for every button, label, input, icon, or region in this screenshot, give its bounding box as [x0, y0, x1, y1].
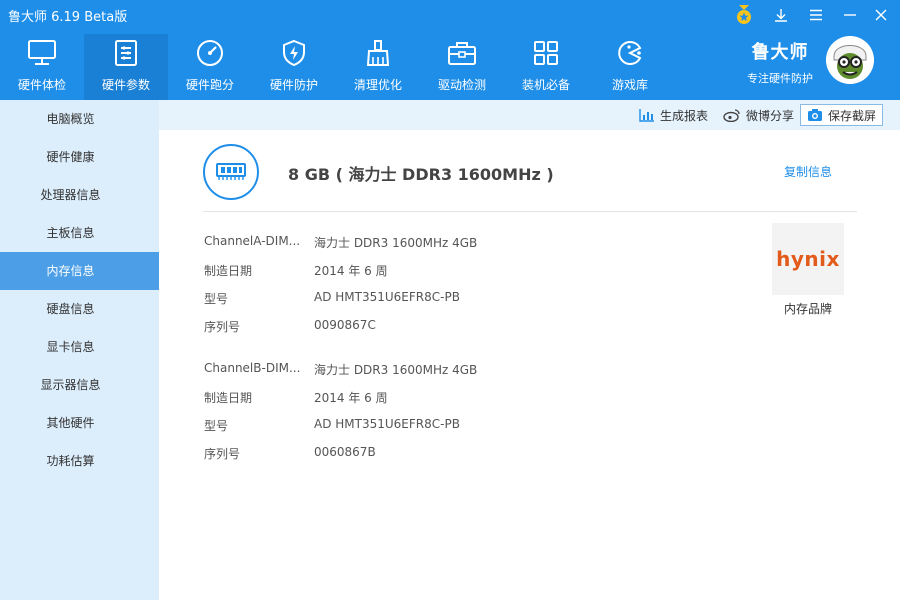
memory-info-panel: 8 GB ( 海力士 DDR3 1600MHz ) 复制信息 ChannelA-… [159, 130, 900, 600]
row-label: 型号 [204, 419, 229, 433]
row-label: 型号 [204, 292, 229, 306]
vip-badge-icon[interactable] [733, 4, 755, 26]
minimize-icon[interactable] [839, 4, 861, 26]
row-value: 2014 年 6 周 [314, 391, 388, 405]
bar-chart-icon [639, 109, 654, 122]
copy-info-link[interactable]: 复制信息 [784, 163, 832, 180]
tool-hardware-check[interactable]: 硬件体检 [0, 34, 84, 100]
tool-label: 硬件参数 [101, 78, 150, 92]
memory-brand-logo: hynix [772, 223, 844, 295]
sidebar-item-motherboard[interactable]: 主板信息 [0, 214, 159, 252]
sidebar-item-display[interactable]: 显示器信息 [0, 366, 159, 404]
broom-icon [362, 38, 394, 68]
tool-label: 硬件体检 [17, 78, 66, 92]
row-label: 制造日期 [204, 264, 253, 278]
row-label: 序列号 [204, 320, 241, 334]
row-label: ChannelB-DIM... [204, 361, 301, 375]
memory-summary: 8 GB ( 海力士 DDR3 1600MHz ) [288, 165, 554, 184]
tool-game-library[interactable]: 游戏库 [588, 34, 672, 100]
weibo-icon [723, 109, 740, 122]
sidebar-item-overview[interactable]: 电脑概览 [0, 100, 159, 138]
spec-list-icon [110, 38, 142, 68]
apps-grid-icon [530, 38, 562, 68]
sidebar-item-cpu[interactable]: 处理器信息 [0, 176, 159, 214]
row-value: AD HMT351U6EFR8C-PB [314, 417, 460, 431]
menu-icon[interactable] [805, 4, 827, 26]
brand-slogan: 专注硬件防护 [747, 72, 813, 85]
generate-report-label: 生成报表 [660, 108, 709, 123]
divider [203, 211, 857, 212]
row-value: 2014 年 6 周 [314, 264, 388, 278]
row-label: 制造日期 [204, 391, 253, 405]
weibo-share-button[interactable]: 微博分享 [723, 104, 794, 126]
row-label: 序列号 [204, 447, 241, 461]
row-value: 海力士 DDR3 1600MHz 4GB [314, 236, 478, 250]
mascot-avatar[interactable] [826, 36, 874, 84]
memory-brand-caption: 内存品牌 [783, 302, 832, 316]
sidebar-item-disk[interactable]: 硬盘信息 [0, 290, 159, 328]
row-value: 0060867B [314, 445, 376, 459]
tool-driver-check[interactable]: 驱动检测 [420, 34, 504, 100]
brand-logo-text: hynix [776, 247, 840, 271]
sidebar-item-other[interactable]: 其他硬件 [0, 404, 159, 442]
brand-name: 鲁大师 [751, 42, 809, 63]
tool-label: 装机必备 [521, 78, 570, 92]
top-bar: 鲁大师 6.19 Beta版 硬件体检 硬件参数 硬件跑分 硬件防护 清理优化 … [0, 0, 900, 100]
tool-label: 硬件跑分 [185, 78, 234, 92]
sidebar-item-power[interactable]: 功耗估算 [0, 442, 159, 480]
tool-hardware-params[interactable]: 硬件参数 [84, 34, 168, 100]
tool-protection[interactable]: 硬件防护 [252, 34, 336, 100]
tool-cleanup[interactable]: 清理优化 [336, 34, 420, 100]
tool-label: 清理优化 [353, 78, 402, 92]
row-value: 0090867C [314, 318, 376, 332]
brand-block: 鲁大师 专注硬件防护 [740, 38, 820, 86]
weibo-share-label: 微博分享 [746, 108, 795, 123]
sidebar-nav: 电脑概览 硬件健康 处理器信息 主板信息 内存信息 硬盘信息 显卡信息 显示器信… [0, 100, 159, 600]
tool-benchmark[interactable]: 硬件跑分 [168, 34, 252, 100]
tool-label: 硬件防护 [269, 78, 318, 92]
save-screenshot-button[interactable]: 保存截屏 [800, 104, 884, 126]
game-icon [614, 38, 646, 68]
sidebar-item-memory[interactable]: 内存信息 [0, 252, 159, 290]
row-label: ChannelA-DIM... [204, 234, 301, 248]
app-title: 鲁大师 6.19 Beta版 [8, 10, 128, 25]
sidebar-item-gpu[interactable]: 显卡信息 [0, 328, 159, 366]
speedometer-icon [194, 38, 226, 68]
generate-report-button[interactable]: 生成报表 [639, 104, 708, 126]
main-toolbar: 硬件体检 硬件参数 硬件跑分 硬件防护 清理优化 驱动检测 装机必备 游戏库 [0, 34, 672, 100]
row-value: AD HMT351U6EFR8C-PB [314, 290, 460, 304]
memory-module-icon [203, 144, 259, 200]
sidebar-item-health[interactable]: 硬件健康 [0, 138, 159, 176]
tool-essentials[interactable]: 装机必备 [504, 34, 588, 100]
close-icon[interactable] [870, 4, 892, 26]
shield-bolt-icon [278, 38, 310, 68]
tool-label: 游戏库 [611, 78, 648, 92]
save-screenshot-label: 保存截屏 [828, 108, 877, 123]
action-bar: 生成报表 微博分享 保存截屏 [159, 100, 900, 130]
tool-label: 驱动检测 [437, 78, 486, 92]
row-value: 海力士 DDR3 1600MHz 4GB [314, 363, 478, 377]
toolbox-icon [446, 38, 478, 68]
camera-icon [808, 109, 822, 121]
monitor-icon [26, 38, 58, 68]
download-icon[interactable] [770, 4, 792, 26]
